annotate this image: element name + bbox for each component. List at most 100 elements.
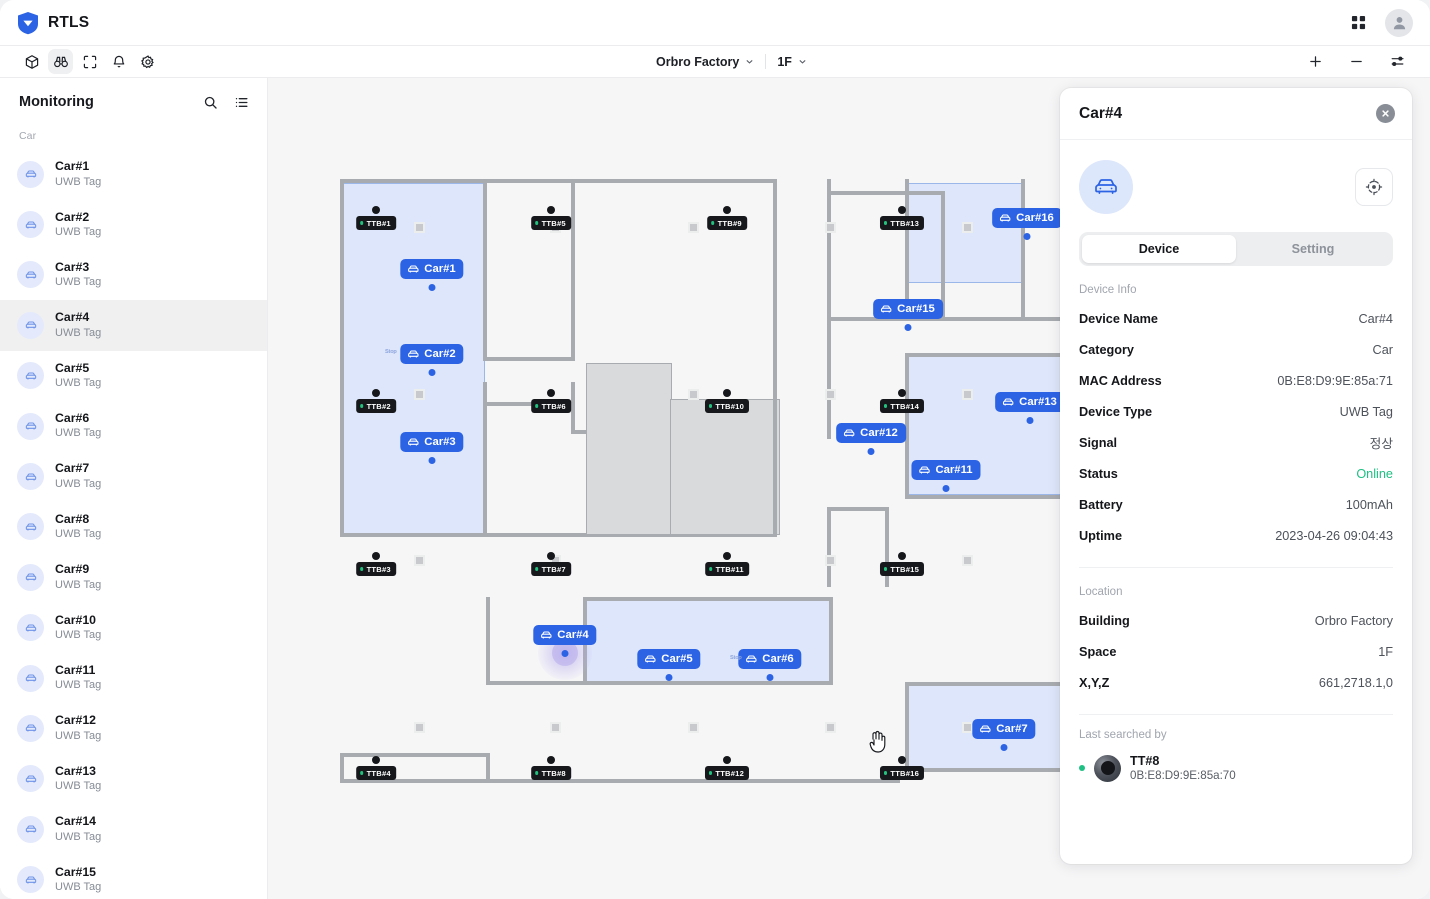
sidebar-item-car9[interactable]: Car#9UWB Tag bbox=[0, 552, 267, 602]
sidebar-item-car15[interactable]: Car#15UWB Tag bbox=[0, 854, 267, 899]
anchor-label: TTB#4 bbox=[356, 766, 396, 780]
sliders-icon[interactable] bbox=[1386, 51, 1408, 73]
sidebar-device-list: Car#1UWB TagCar#2UWB TagCar#3UWB TagCar#… bbox=[0, 149, 267, 899]
list-icon[interactable] bbox=[234, 95, 249, 110]
tag-dot bbox=[429, 457, 436, 464]
equipment-marker[interactable] bbox=[414, 389, 425, 400]
zoom-out-button[interactable] bbox=[1345, 51, 1367, 73]
equipment-marker[interactable] bbox=[688, 222, 699, 233]
anchor-id: TTB#8 bbox=[542, 769, 566, 778]
grid-apps-icon[interactable] bbox=[1345, 10, 1371, 36]
brand-name: RTLS bbox=[48, 14, 89, 32]
tab-setting[interactable]: Setting bbox=[1236, 235, 1390, 263]
sidebar-item-car5[interactable]: Car#5UWB Tag bbox=[0, 351, 267, 401]
app-header: RTLS bbox=[0, 0, 1430, 46]
section-divider bbox=[1079, 714, 1393, 715]
anchor-dot bbox=[372, 756, 380, 764]
status-dot bbox=[535, 404, 538, 407]
equipment-marker[interactable] bbox=[962, 222, 973, 233]
equipment-marker[interactable] bbox=[825, 222, 836, 233]
status-dot bbox=[884, 567, 887, 570]
equipment-marker[interactable] bbox=[550, 722, 561, 733]
anchor-label: TTB#7 bbox=[531, 562, 571, 576]
sidebar-item-name: Car#12 bbox=[55, 713, 101, 728]
info-row-key: Status bbox=[1079, 467, 1118, 481]
info-row-key: Device Name bbox=[1079, 312, 1158, 326]
status-dot bbox=[1079, 765, 1085, 771]
anchor-id: TTB#1 bbox=[367, 219, 391, 228]
sidebar-item-car4[interactable]: Car#4UWB Tag bbox=[0, 300, 267, 350]
equipment-marker[interactable] bbox=[688, 722, 699, 733]
equipment-marker[interactable] bbox=[825, 722, 836, 733]
equipment-marker[interactable] bbox=[414, 222, 425, 233]
sidebar-group-label: Car bbox=[0, 126, 267, 149]
sidebar-item-car8[interactable]: Car#8UWB Tag bbox=[0, 502, 267, 552]
binoculars-icon[interactable] bbox=[48, 49, 73, 74]
last-searched-name: TT#8 bbox=[1130, 754, 1236, 768]
anchor-id: TTB#12 bbox=[715, 769, 744, 778]
anchor-dot bbox=[723, 206, 731, 214]
sidebar-item-name: Car#13 bbox=[55, 764, 101, 779]
equipment-marker[interactable] bbox=[825, 555, 836, 566]
sidebar-item-car3[interactable]: Car#3UWB Tag bbox=[0, 250, 267, 300]
user-avatar-icon[interactable] bbox=[1385, 9, 1413, 37]
info-row-value: 1F bbox=[1378, 645, 1393, 659]
sidebar-item-car10[interactable]: Car#10UWB Tag bbox=[0, 603, 267, 653]
equipment-marker[interactable] bbox=[414, 555, 425, 566]
tag-label: Car#2 bbox=[400, 344, 463, 364]
equipment-marker[interactable] bbox=[688, 389, 699, 400]
close-icon[interactable] bbox=[1376, 104, 1395, 123]
anchor-dot bbox=[723, 552, 731, 560]
tag-id: Car#12 bbox=[860, 427, 898, 439]
tag-id: Car#5 bbox=[661, 653, 692, 665]
anchor-dot bbox=[372, 552, 380, 560]
sidebar-item-car6[interactable]: Car#6UWB Tag bbox=[0, 401, 267, 451]
gear-icon[interactable] bbox=[135, 49, 160, 74]
sidebar-item-car11[interactable]: Car#11UWB Tag bbox=[0, 653, 267, 703]
tag-label: Car#6 bbox=[738, 649, 801, 669]
anchor-label: TTB#13 bbox=[880, 216, 924, 230]
equipment-marker[interactable] bbox=[962, 555, 973, 566]
sidebar-item-car13[interactable]: Car#13UWB Tag bbox=[0, 754, 267, 804]
equipment-marker[interactable] bbox=[825, 389, 836, 400]
anchor-id: TTB#16 bbox=[890, 769, 919, 778]
tab-device[interactable]: Device bbox=[1082, 235, 1236, 263]
anchor-id: TTB#10 bbox=[715, 402, 744, 411]
sidebar-item-car1[interactable]: Car#1UWB Tag bbox=[0, 149, 267, 199]
sidebar-item-name: Car#15 bbox=[55, 865, 101, 880]
equipment-marker[interactable] bbox=[414, 722, 425, 733]
anchor-id: TTB#14 bbox=[890, 402, 919, 411]
tag-dot bbox=[905, 324, 912, 331]
zoom-in-button[interactable] bbox=[1304, 51, 1326, 73]
sidebar-item-car12[interactable]: Car#12UWB Tag bbox=[0, 703, 267, 753]
sidebar-item-subtitle: UWB Tag bbox=[55, 831, 101, 845]
bell-icon[interactable] bbox=[106, 49, 131, 74]
sidebar-item-car2[interactable]: Car#2UWB Tag bbox=[0, 199, 267, 249]
tag-id: Car#15 bbox=[897, 303, 935, 315]
building-selector[interactable]: Orbro Factory bbox=[645, 55, 765, 69]
car-icon bbox=[17, 665, 44, 692]
tag-label: Car#15 bbox=[873, 299, 943, 319]
equipment-marker[interactable] bbox=[962, 389, 973, 400]
tag-dot bbox=[666, 674, 673, 681]
sidebar-item-car7[interactable]: Car#7UWB Tag bbox=[0, 451, 267, 501]
anchor-id: TTB#5 bbox=[542, 219, 566, 228]
sidebar-item-name: Car#7 bbox=[55, 461, 101, 476]
anchor-label: TTB#1 bbox=[356, 216, 396, 230]
info-row-key: Uptime bbox=[1079, 529, 1122, 543]
cube-icon[interactable] bbox=[19, 49, 44, 74]
floor-selector-label: 1F bbox=[777, 55, 792, 69]
floor-selector[interactable]: 1F bbox=[766, 55, 818, 69]
crosshair-locate-icon[interactable] bbox=[1355, 168, 1393, 206]
status-dot bbox=[884, 221, 887, 224]
anchor-label: TTB#3 bbox=[356, 562, 396, 576]
search-icon[interactable] bbox=[203, 95, 218, 110]
status-dot bbox=[709, 404, 712, 407]
last-searched-mac: 0B:E8:D9:9E:85a:70 bbox=[1130, 769, 1236, 782]
anchor-dot bbox=[547, 389, 555, 397]
scan-frame-icon[interactable] bbox=[77, 49, 102, 74]
sidebar-item-subtitle: UWB Tag bbox=[55, 579, 101, 593]
sidebar-actions bbox=[203, 95, 249, 110]
last-searched-item[interactable]: TT#80B:E8:D9:9E:85a:70 bbox=[1079, 754, 1393, 782]
sidebar-item-car14[interactable]: Car#14UWB Tag bbox=[0, 804, 267, 854]
